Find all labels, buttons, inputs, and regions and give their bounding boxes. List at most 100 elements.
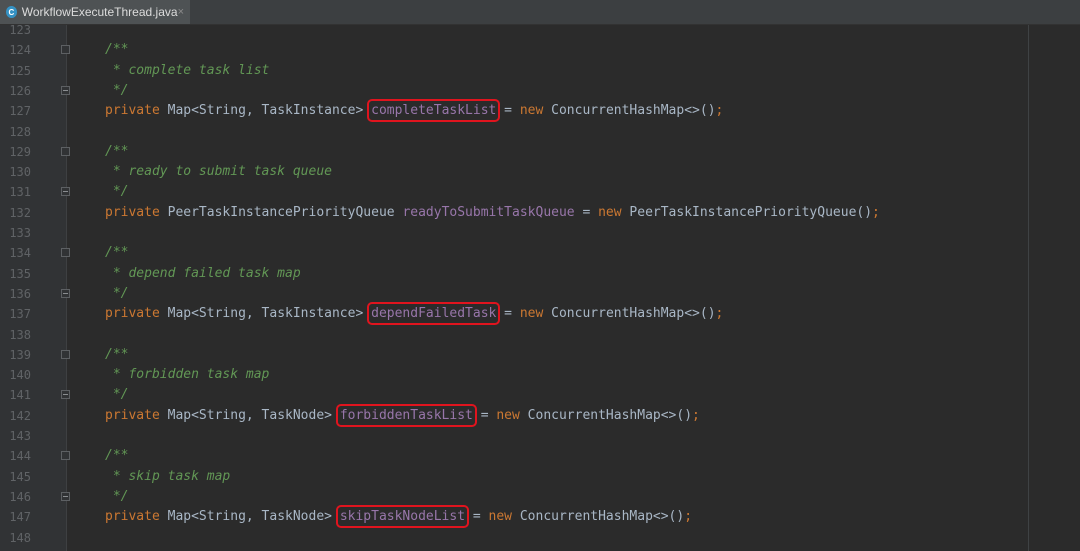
new-keyword: new [496, 407, 520, 423]
line-number: 144 [9, 449, 31, 464]
fold-marker-icon[interactable] [61, 491, 70, 501]
code-comment: /** [105, 143, 129, 159]
line-number: 126 [9, 83, 31, 98]
assignment-operator: = [496, 306, 520, 322]
assignment-operator: = [496, 103, 520, 119]
line-number: 129 [9, 144, 31, 159]
code-comment: * forbidden task map [105, 367, 270, 383]
semicolon: ; [692, 407, 700, 423]
code-line[interactable]: 148 [0, 528, 1080, 548]
code-line[interactable]: 131 */ [0, 182, 1080, 202]
line-number: 148 [9, 530, 31, 545]
line-number: 147 [9, 510, 31, 525]
declared-type: Map<String, TaskInstance> [159, 103, 372, 119]
declared-type: Map<String, TaskInstance> [159, 306, 372, 322]
access-modifier: private [105, 204, 160, 220]
line-number: 139 [9, 347, 31, 362]
line-number: 127 [9, 104, 31, 119]
code-line[interactable]: 130 * ready to submit task queue [0, 162, 1080, 182]
assignment-operator: = [472, 407, 497, 423]
line-number: 138 [9, 327, 31, 342]
code-line[interactable]: 137 private Map<String, TaskInstance> dep… [0, 302, 1080, 326]
code-line[interactable]: 126 */ [0, 81, 1080, 101]
code-comment: */ [105, 488, 129, 504]
code-line[interactable]: 129 /** [0, 142, 1080, 162]
declared-type: PeerTaskInstancePriorityQueue [159, 204, 403, 220]
initializer: ConcurrentHashMap<>() [519, 407, 693, 423]
line-number: 133 [9, 226, 31, 240]
fold-marker-icon[interactable] [61, 45, 70, 55]
code-line[interactable]: 125 * complete task list [0, 61, 1080, 81]
code-line[interactable]: 136 */ [0, 284, 1080, 304]
code-line[interactable]: 127 private Map<String, TaskInstance> com… [0, 99, 1080, 123]
line-number: 142 [9, 408, 31, 423]
code-comment: /** [105, 245, 129, 261]
fold-marker-icon[interactable] [61, 146, 70, 156]
code-line[interactable]: 142 private Map<String, TaskNode> forbidd… [0, 403, 1080, 427]
code-line[interactable]: 135 * depend failed task map [0, 264, 1080, 284]
declared-type: Map<String, TaskNode> [159, 509, 340, 525]
line-number: 131 [9, 185, 31, 200]
line-number: 123 [9, 23, 31, 37]
code-line[interactable]: 133 [0, 223, 1080, 243]
code-line[interactable]: 128 [0, 122, 1080, 142]
line-number: 125 [9, 63, 31, 78]
field-declaration: private Map<String, TaskNode> skipTaskNo… [105, 505, 692, 529]
code-comment: /** [105, 448, 129, 464]
field-name: readyToSubmitTaskQueue [402, 204, 575, 220]
code-line[interactable]: 134 /** [0, 243, 1080, 263]
code-line[interactable]: 123 [0, 20, 1080, 40]
new-keyword: new [519, 306, 544, 322]
semicolon: ; [715, 306, 724, 322]
new-keyword: new [519, 103, 544, 119]
fold-marker-icon[interactable] [61, 451, 70, 461]
line-number: 141 [9, 388, 31, 403]
code-line[interactable]: 145 * skip task map [0, 467, 1080, 487]
field-declaration: private Map<String, TaskInstance> comple… [105, 99, 724, 123]
fold-marker-icon[interactable] [61, 85, 70, 95]
fold-marker-icon[interactable] [61, 349, 70, 359]
fold-marker-icon[interactable] [61, 288, 70, 298]
code-line[interactable]: 141 */ [0, 385, 1080, 405]
code-comment: /** [105, 346, 129, 362]
code-line[interactable]: 132 private PeerTaskInstancePriorityQueue… [0, 203, 1080, 223]
code-comment: * skip task map [105, 468, 231, 484]
fold-marker-icon[interactable] [61, 187, 70, 197]
semicolon: ; [715, 103, 724, 119]
field-declaration: private PeerTaskInstancePriorityQueue re… [105, 203, 880, 223]
access-modifier: private [105, 509, 160, 525]
code-comment: */ [105, 82, 129, 98]
code-line[interactable]: 140 * forbidden task map [0, 365, 1080, 385]
code-comment: * complete task list [105, 62, 270, 78]
initializer: ConcurrentHashMap<>() [543, 306, 716, 322]
declared-type: Map<String, TaskNode> [159, 407, 340, 423]
semicolon: ; [872, 204, 880, 220]
new-keyword: new [488, 509, 513, 525]
line-number: 143 [9, 429, 31, 443]
initializer: PeerTaskInstancePriorityQueue() [621, 204, 873, 220]
highlighted-field-name: completeTaskList [367, 99, 501, 123]
fold-marker-icon[interactable] [61, 248, 70, 258]
new-keyword: new [598, 204, 622, 220]
line-number: 137 [9, 307, 31, 322]
code-line[interactable]: 143 [0, 426, 1080, 446]
file-tab-label: WorkflowExecuteThread.java [21, 5, 178, 19]
code-line[interactable]: 146 */ [0, 487, 1080, 507]
code-line[interactable]: 124 /** [0, 40, 1080, 60]
code-line[interactable]: 147 private Map<String, TaskNode> skipTas… [0, 505, 1080, 529]
line-number: 124 [9, 43, 31, 58]
line-number: 145 [9, 469, 31, 484]
line-number: 135 [9, 266, 31, 281]
code-editor[interactable]: 123 124/** 125 * complete task list 126 */1… [0, 23, 1080, 551]
line-number: 140 [9, 368, 31, 383]
highlighted-field-name: skipTaskNodeList [335, 505, 470, 529]
code-line[interactable]: 144 /** [0, 446, 1080, 466]
fold-marker-icon[interactable] [61, 390, 70, 400]
close-tab-icon[interactable]: × [178, 6, 184, 18]
assignment-operator: = [465, 509, 489, 525]
code-line[interactable]: 139 /** [0, 345, 1080, 365]
line-number: 136 [9, 286, 31, 301]
access-modifier: private [105, 306, 160, 322]
assignment-operator: = [574, 204, 599, 220]
code-line[interactable]: 138 [0, 325, 1080, 345]
